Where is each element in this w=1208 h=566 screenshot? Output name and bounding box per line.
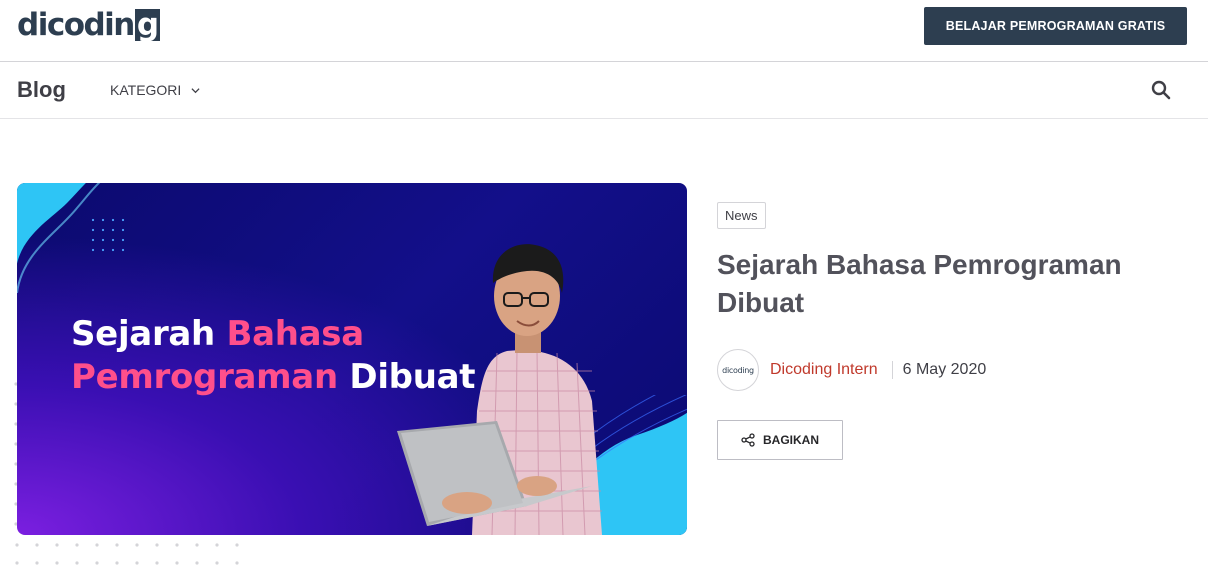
logo-text: dicodin bbox=[17, 7, 135, 43]
blog-navbar: Blog KATEGORI bbox=[0, 62, 1208, 119]
author-link[interactable]: Dicoding Intern bbox=[770, 361, 878, 379]
dicoding-logo[interactable]: dicodin g bbox=[17, 5, 160, 45]
category-tag[interactable]: News bbox=[717, 202, 766, 229]
hero-line2-pink: Pemrograman bbox=[71, 357, 338, 397]
hero-line1-pink: Bahasa bbox=[226, 314, 365, 354]
share-label: BAGIKAN bbox=[763, 433, 819, 447]
hero-line1-white: Sejarah bbox=[71, 314, 227, 354]
author-avatar[interactable]: dicoding bbox=[717, 349, 759, 391]
kategori-dropdown[interactable]: KATEGORI bbox=[110, 82, 200, 98]
publish-date: 6 May 2020 bbox=[902, 361, 987, 378]
article-title: Sejarah Bahasa Pemrograman Dibuat bbox=[717, 249, 1122, 318]
share-button[interactable]: BAGIKAN bbox=[717, 420, 843, 460]
learn-free-button[interactable]: BELAJAR PEMROGRAMAN GRATIS bbox=[924, 7, 1187, 45]
hero-image[interactable]: Sejarah Bahasa Pemrograman Dibuat bbox=[17, 183, 687, 535]
share-icon bbox=[741, 433, 755, 447]
hero-dots-grid bbox=[91, 218, 125, 252]
person-with-laptop-illustration bbox=[397, 244, 602, 535]
search-icon[interactable] bbox=[1150, 79, 1172, 101]
chevron-down-icon bbox=[191, 87, 200, 93]
kategori-label: KATEGORI bbox=[110, 82, 182, 98]
decorative-dots-bottom bbox=[15, 543, 239, 565]
logo-g-box: g bbox=[134, 7, 160, 43]
author-meta: dicoding Dicoding Intern 6 May 2020 bbox=[717, 349, 986, 391]
meta-divider bbox=[891, 361, 893, 379]
top-header: dicodin g BELAJAR PEMROGRAMAN GRATIS bbox=[0, 0, 1208, 62]
blog-title[interactable]: Blog bbox=[17, 77, 66, 103]
